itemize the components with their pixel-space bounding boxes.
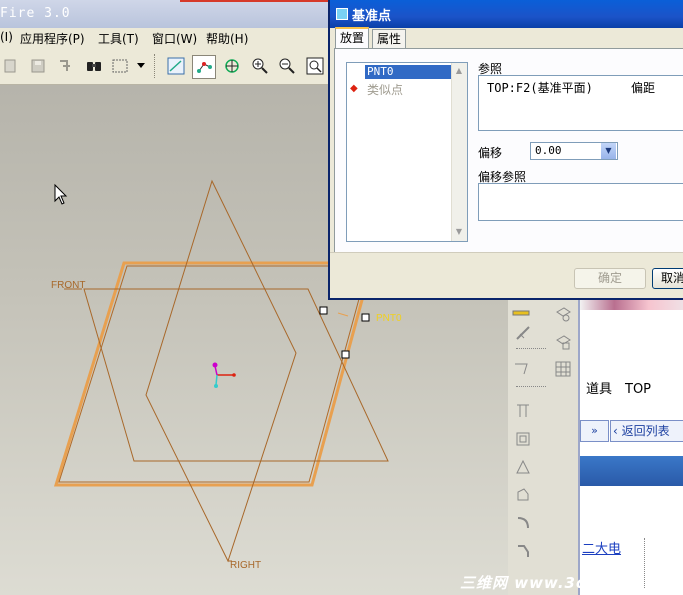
drag-handle — [361, 313, 370, 322]
datum-point-tool-icon[interactable] — [510, 300, 532, 322]
offset-label: 偏移 — [478, 146, 503, 160]
tool-separator — [516, 386, 546, 387]
menu-item-window[interactable]: 窗口(W) — [152, 30, 197, 47]
regen-icon[interactable] — [55, 56, 75, 76]
drag-handle — [319, 306, 328, 315]
reference-constraint-type[interactable]: 偏距 — [631, 79, 655, 96]
csys-tool-icon[interactable] — [552, 332, 574, 354]
scroll-up-icon[interactable]: ▲ — [452, 64, 466, 78]
spin-center-icon[interactable] — [222, 56, 242, 76]
tab-placement[interactable]: 放置 — [335, 27, 370, 49]
reference-item[interactable]: TOP:F2(基准平面) — [487, 79, 593, 96]
back-to-list-label: 返回列表 — [621, 424, 670, 438]
chevron-down-icon[interactable]: ▼ — [601, 143, 616, 159]
select-box-icon[interactable] — [112, 56, 132, 76]
front-label: FRONT — [51, 280, 85, 291]
chamfer-tool-icon[interactable] — [512, 540, 534, 562]
point-list-item-new[interactable]: 类似点 — [367, 81, 403, 98]
sketch-view-icon[interactable] — [166, 56, 186, 76]
background-web-page: 道具 TOP » ‹ 返回列表 二大电 — [578, 298, 683, 595]
zoom-out-icon[interactable] — [277, 56, 297, 76]
placement-panel: PNT0 ◆ 类似点 ▲ ▼ 参照 TOP:F2(基准平面) 偏距 偏移 0.0… — [334, 48, 683, 254]
title-accent-strip — [180, 0, 328, 2]
offset-value-select[interactable]: 0.00 ▼ — [530, 142, 618, 160]
zoom-in-icon[interactable] — [250, 56, 270, 76]
feature-toolbar — [508, 298, 578, 595]
menu-item-partial[interactable]: (I) — [0, 30, 13, 44]
csys-z-axis — [215, 374, 218, 386]
tab-properties[interactable]: 属性 — [372, 29, 407, 49]
ok-button[interactable]: 确定 — [574, 268, 646, 289]
rib-tool-icon[interactable] — [512, 456, 534, 478]
draft-tool-icon[interactable] — [512, 484, 534, 506]
sketch-tool-icon[interactable] — [510, 358, 532, 380]
binoculars-icon[interactable] — [84, 56, 104, 76]
plane-tool-icon[interactable] — [552, 304, 574, 326]
cancel-button[interactable]: 取消 — [652, 268, 683, 289]
menu-item-applications[interactable]: 应用程序(P) — [20, 30, 85, 47]
point-leader — [337, 312, 349, 317]
back-to-list-button[interactable]: ‹ 返回列表 — [610, 420, 683, 442]
round-tool-icon[interactable] — [512, 512, 534, 534]
scroll-down-icon[interactable]: ▼ — [452, 225, 466, 239]
toolbar-separator — [154, 54, 156, 78]
next-page-button[interactable]: » — [580, 420, 609, 442]
axis-tool-icon[interactable] — [512, 322, 534, 344]
drag-handle — [341, 350, 350, 359]
datum-point-dialog: 基准点 放置 属性 PNT0 ◆ 类似点 ▲ ▼ 参照 TOP:F2(基准平面)… — [328, 0, 683, 300]
right-label: RIGHT — [230, 560, 261, 571]
grid-tool-icon[interactable] — [552, 358, 574, 380]
refit-icon[interactable] — [305, 56, 325, 76]
web-link[interactable]: 二大电 — [582, 538, 621, 557]
new-icon[interactable] — [0, 56, 20, 76]
menu-item-help[interactable]: 帮助(H) — [206, 30, 248, 47]
point-list[interactable]: PNT0 ◆ 类似点 ▲ ▼ — [346, 62, 468, 242]
chevron-down-icon[interactable] — [136, 56, 146, 76]
hole-tool-icon[interactable] — [512, 400, 534, 422]
web-dotted-border — [628, 538, 645, 588]
shell-tool-icon[interactable] — [512, 428, 534, 450]
back-arrow-icon: ‹ — [613, 424, 618, 438]
dialog-title-bar[interactable]: 基准点 — [330, 0, 683, 28]
watermark-text: 三维网 www.3d... — [460, 574, 608, 592]
right-datum-plane — [145, 179, 297, 563]
tool-separator — [516, 348, 546, 349]
point-list-item-selected[interactable]: PNT0 — [365, 65, 452, 79]
references-list[interactable]: TOP:F2(基准平面) 偏距 — [478, 75, 683, 131]
new-point-arrow-icon: ◆ — [350, 83, 358, 94]
dialog-window-icon — [336, 8, 348, 20]
mouse-cursor-icon — [54, 183, 68, 205]
save-icon[interactable] — [28, 56, 48, 76]
datum-point-icon[interactable] — [192, 55, 216, 79]
web-text: 道具 TOP — [586, 382, 652, 397]
offset-value: 0.00 — [535, 144, 562, 157]
menu-item-tools[interactable]: 工具(T) — [98, 30, 139, 47]
app-title: Fire 3.0 — [0, 6, 71, 21]
top-datum-plane — [53, 261, 374, 487]
offset-references-list[interactable] — [478, 183, 683, 221]
point-list-scrollbar[interactable]: ▲ ▼ — [451, 63, 467, 241]
point-label: PNT0 — [376, 313, 402, 324]
web-header-bar — [580, 456, 683, 486]
dialog-title: 基准点 — [352, 9, 392, 24]
dialog-button-area: 确定 取消 — [330, 252, 683, 297]
